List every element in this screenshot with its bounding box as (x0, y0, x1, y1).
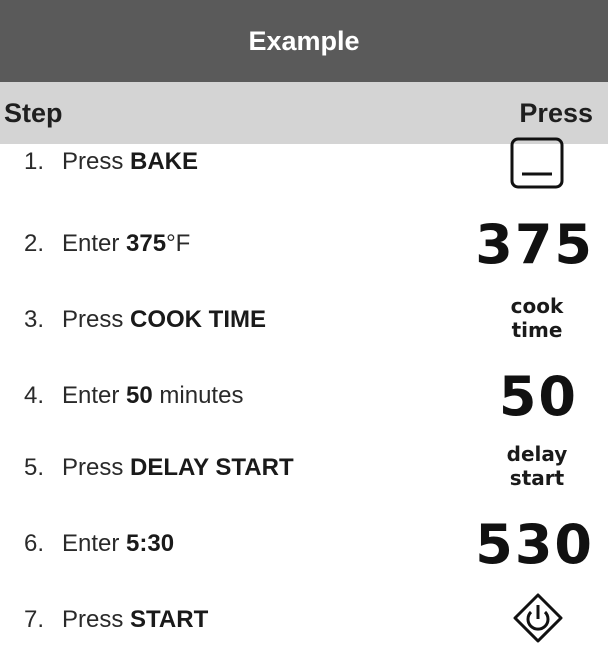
step-number: 7. (24, 606, 45, 633)
step-number: 1. (24, 148, 45, 175)
step-text: 2. Enter 375°F (24, 230, 190, 258)
step-row-3: 3. Press COOK TIME cook time (0, 294, 608, 372)
step-value: START (130, 606, 209, 633)
step-verb: Press (62, 454, 131, 481)
step-text: 1. Press BAKE (24, 148, 198, 176)
table-title: Example (0, 0, 608, 82)
step-row-4: 4. Enter 50 minutes 50 (0, 365, 608, 448)
step-verb: Press (62, 306, 131, 333)
delay-start-key-line1: delay (506, 442, 568, 466)
cook-time-key-line2: time (511, 318, 563, 342)
step-verb: Press (62, 148, 131, 175)
step-text: 6. Enter 5:30 (24, 530, 174, 558)
step-number: 2. (24, 230, 45, 257)
step-number: 4. (24, 382, 45, 409)
step-text: 5. Press DELAY START (24, 454, 294, 482)
step-text: 3. Press COOK TIME (24, 306, 266, 334)
number-key-50: 50 (498, 365, 578, 428)
step-value: BAKE (130, 148, 199, 175)
step-row-2: 2. Enter 375°F 375 (0, 213, 608, 296)
step-suffix: minutes (152, 382, 244, 409)
step-value: 5:30 (126, 530, 175, 557)
step-value: COOK TIME (130, 306, 267, 333)
cook-time-key-line1: cook (510, 294, 564, 318)
step-row-7: 7. Press START (0, 584, 608, 643)
step-row-1: 1. Press BAKE (0, 137, 608, 220)
step-verb: Enter (62, 382, 127, 409)
number-key-375: 375 (475, 213, 594, 276)
step-row-6: 6. Enter 5:30 530 (0, 518, 608, 584)
step-number: 5. (24, 454, 45, 481)
delay-start-key-line2: start (509, 466, 565, 490)
start-key-icon (512, 592, 564, 648)
step-text: 7. Press START (24, 606, 208, 634)
table-title-text: Example (248, 25, 360, 56)
step-value: 50 (126, 382, 153, 409)
cook-time-key: cook time (487, 294, 587, 342)
step-value: 375 (126, 230, 167, 257)
step-verb: Press (62, 606, 131, 633)
step-suffix: °F (166, 230, 191, 257)
header-press: Press (519, 98, 593, 128)
bake-key-icon (510, 137, 564, 194)
step-verb: Enter (62, 530, 127, 557)
step-value: DELAY START (130, 454, 294, 481)
step-number: 3. (24, 306, 45, 333)
number-key-530: 530 (475, 513, 594, 576)
step-verb: Enter (62, 230, 127, 257)
header-step: Step (4, 98, 63, 128)
step-text: 4. Enter 50 minutes (24, 382, 243, 410)
delay-start-key: delay start (487, 442, 587, 490)
table-header: Step Press (0, 82, 608, 144)
step-number: 6. (24, 530, 45, 557)
